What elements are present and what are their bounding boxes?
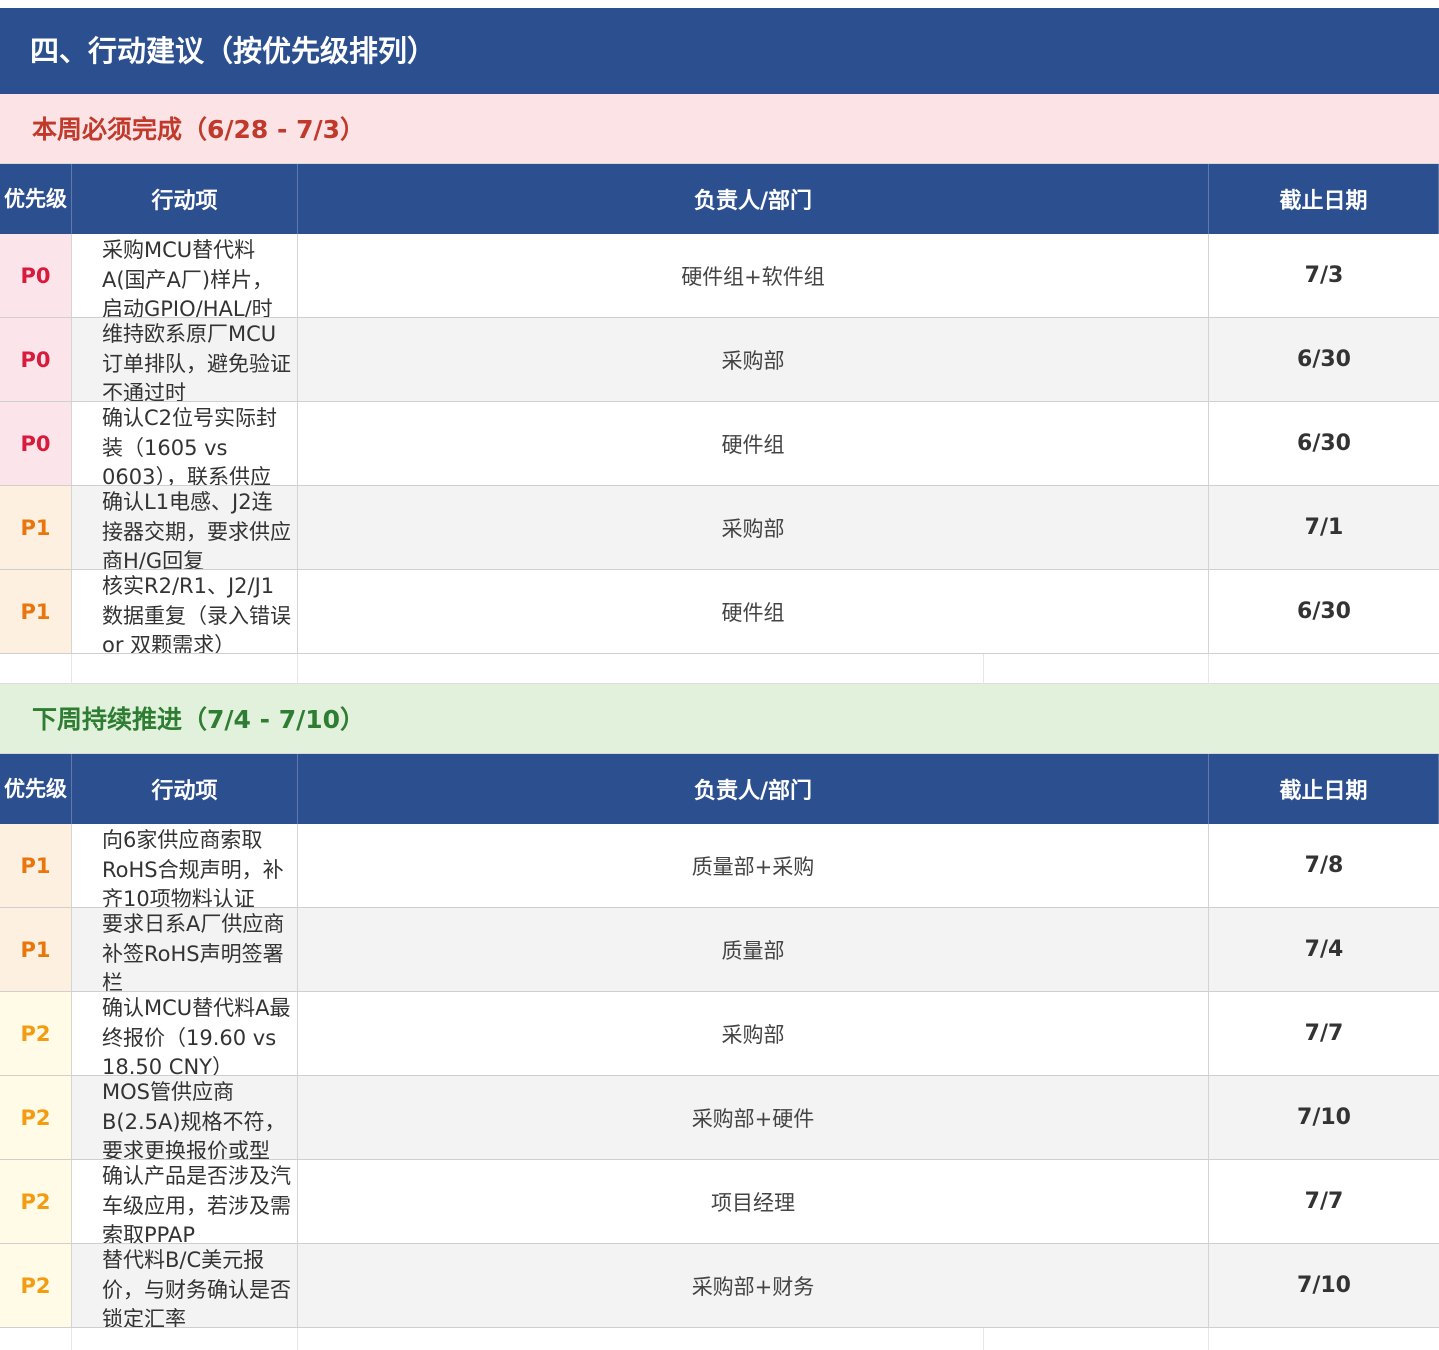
action-item: 向6家供应商索取RoHS合规声明，补齐10项物料认证 — [72, 824, 298, 908]
column-header-action: 行动项 — [72, 754, 298, 824]
column-header-owner: 负责人/部门 — [298, 754, 1209, 824]
spacer-cell — [1209, 1328, 1439, 1350]
owner-cell: 采购部 — [298, 318, 1209, 402]
deadline-cell: 7/3 — [1209, 234, 1439, 318]
spacer-cell — [72, 654, 298, 684]
action-item: 确认L1电感、J2连接器交期，要求供应商H/G回复 — [72, 486, 298, 570]
deadline-cell: 7/7 — [1209, 992, 1439, 1076]
owner-cell: 项目经理 — [298, 1160, 1209, 1244]
owner-cell: 质量部+采购 — [298, 824, 1209, 908]
owner-cell: 采购部+财务 — [298, 1244, 1209, 1328]
owner-cell: 硬件组+软件组 — [298, 234, 1209, 318]
column-header-action: 行动项 — [72, 164, 298, 234]
owner-cell: 硬件组 — [298, 570, 1209, 654]
spacer-cell — [72, 1328, 298, 1350]
spacer-cell — [1209, 654, 1439, 684]
column-header-deadline: 截止日期 — [1209, 754, 1439, 824]
deadline-cell: 7/1 — [1209, 486, 1439, 570]
action-item: 要求日系A厂供应商补签RoHS声明签署栏 — [72, 908, 298, 992]
deadline-cell: 7/4 — [1209, 908, 1439, 992]
priority-badge: P1 — [0, 570, 72, 654]
action-item: 替代料B/C美元报价，与财务确认是否锁定汇率 — [72, 1244, 298, 1328]
deadline-cell: 6/30 — [1209, 402, 1439, 486]
owner-cell: 采购部 — [298, 992, 1209, 1076]
spacer-cell — [298, 1328, 984, 1350]
action-item: 确认MCU替代料A最终报价（19.60 vs 18.50 CNY） — [72, 992, 298, 1076]
action-item: MOS管供应商B(2.5A)规格不符，要求更换报价或型 — [72, 1076, 298, 1160]
section-title-next-week: 下周持续推进（7/4 - 7/10） — [0, 684, 1439, 754]
column-header-owner: 负责人/部门 — [298, 164, 1209, 234]
priority-badge: P1 — [0, 908, 72, 992]
spacer-row — [0, 1328, 1439, 1350]
spacer-cell — [984, 654, 1209, 684]
priority-badge: P0 — [0, 318, 72, 402]
action-item: 确认C2位号实际封装（1605 vs 0603），联系供应 — [72, 402, 298, 486]
spacer-cell — [0, 1328, 72, 1350]
owner-cell: 采购部+硬件 — [298, 1076, 1209, 1160]
owner-cell: 质量部 — [298, 908, 1209, 992]
deadline-cell: 6/30 — [1209, 570, 1439, 654]
spacer-cell — [984, 1328, 1209, 1350]
priority-badge: P2 — [0, 1076, 72, 1160]
priority-badge: P0 — [0, 234, 72, 318]
owner-cell: 硬件组 — [298, 402, 1209, 486]
table-next-week: 优先级 行动项 负责人/部门 截止日期 P1 向6家供应商索取RoHS合规声明，… — [0, 754, 1439, 1328]
top-strip — [0, 0, 1439, 8]
deadline-cell: 6/30 — [1209, 318, 1439, 402]
owner-cell: 采购部 — [298, 486, 1209, 570]
deadline-cell: 7/7 — [1209, 1160, 1439, 1244]
priority-badge: P2 — [0, 992, 72, 1076]
section-title-this-week: 本周必须完成（6/28 - 7/3） — [0, 94, 1439, 164]
page-title: 四、行动建议（按优先级排列） — [0, 8, 1439, 94]
priority-badge: P0 — [0, 402, 72, 486]
action-item: 采购MCU替代料A(国产A厂)样片，启动GPIO/HAL/时 — [72, 234, 298, 318]
priority-badge: P2 — [0, 1160, 72, 1244]
column-header-priority: 优先级 — [0, 754, 72, 824]
table-this-week: 优先级 行动项 负责人/部门 截止日期 P0 采购MCU替代料A(国产A厂)样片… — [0, 164, 1439, 654]
action-item: 维持欧系原厂MCU订单排队，避免验证不通过时 — [72, 318, 298, 402]
spacer-cell — [0, 654, 72, 684]
priority-badge: P2 — [0, 1244, 72, 1328]
spacer-row — [0, 654, 1439, 684]
action-plan-page: 四、行动建议（按优先级排列） 本周必须完成（6/28 - 7/3） 优先级 行动… — [0, 0, 1439, 1350]
spacer-cell — [298, 654, 984, 684]
action-item: 确认产品是否涉及汽车级应用，若涉及需索取PPAP — [72, 1160, 298, 1244]
deadline-cell: 7/10 — [1209, 1076, 1439, 1160]
deadline-cell: 7/10 — [1209, 1244, 1439, 1328]
priority-badge: P1 — [0, 486, 72, 570]
priority-badge: P1 — [0, 824, 72, 908]
column-header-priority: 优先级 — [0, 164, 72, 234]
deadline-cell: 7/8 — [1209, 824, 1439, 908]
column-header-deadline: 截止日期 — [1209, 164, 1439, 234]
action-item: 核实R2/R1、J2/J1数据重复（录入错误 or 双颗需求） — [72, 570, 298, 654]
